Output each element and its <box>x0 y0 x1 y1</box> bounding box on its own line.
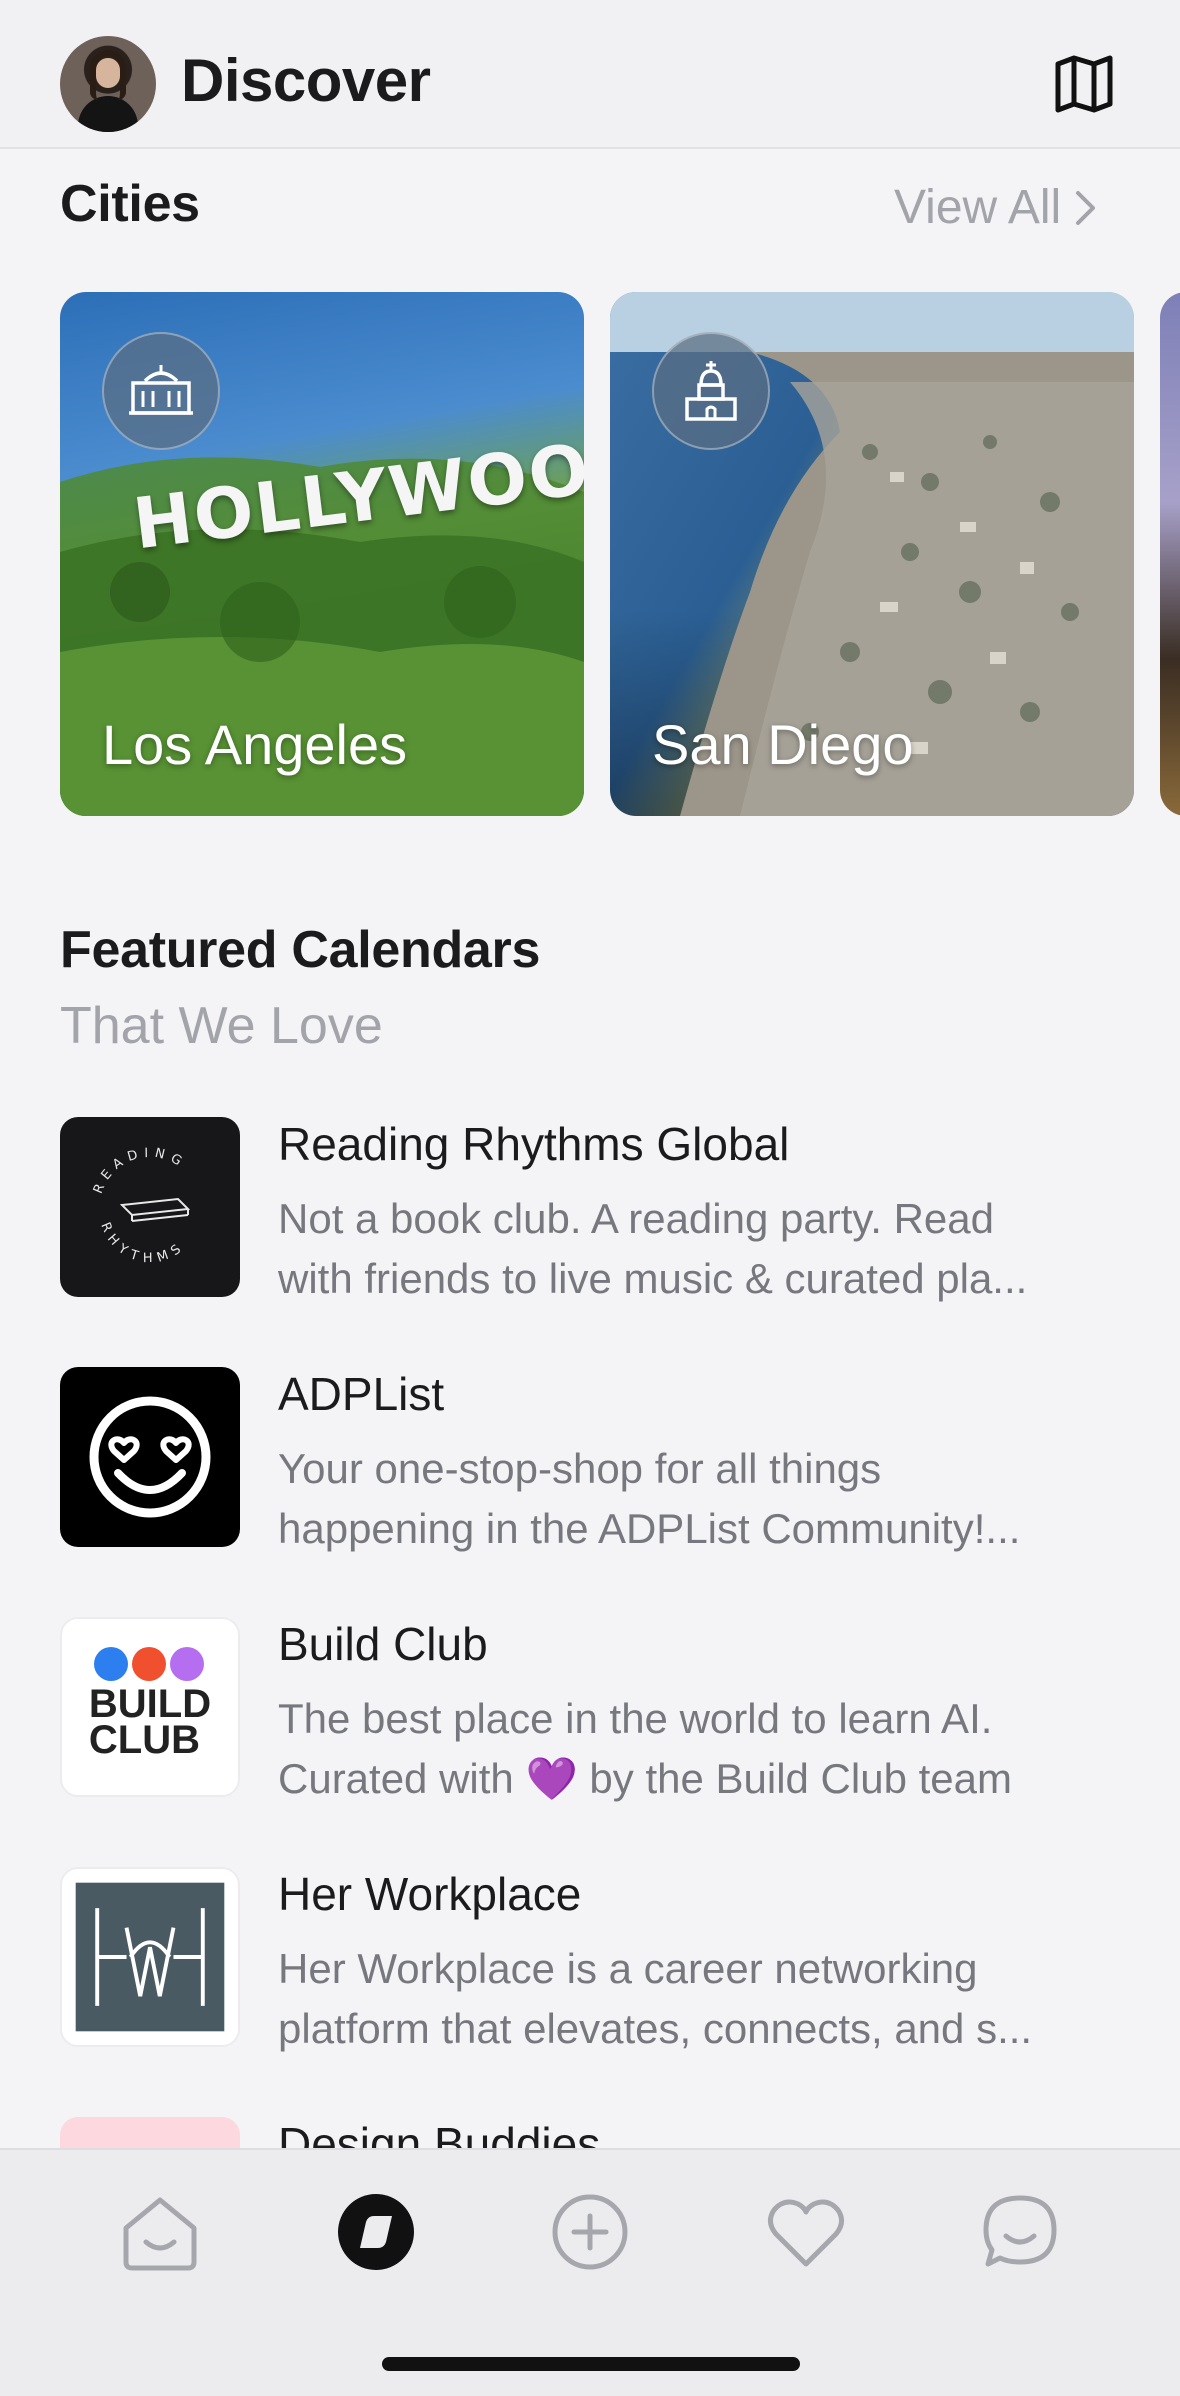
calendar-description: Your one-stop-shop for all things happen… <box>278 1439 1138 1559</box>
her-workplace-monogram-icon <box>60 1867 240 2047</box>
view-all-cities-link[interactable]: View All <box>894 180 1097 235</box>
avatar-face <box>96 58 120 88</box>
user-avatar[interactable] <box>60 36 156 132</box>
view-all-label: View All <box>894 181 1062 234</box>
reading-rhythms-logo: READING RHYTHMS <box>60 1117 240 1297</box>
city-name: San Diego <box>652 713 914 776</box>
calendar-item-reading-rhythms[interactable]: READING RHYTHMS Reading Rhythms Global N… <box>60 1117 1140 1302</box>
calendar-item-her-workplace[interactable]: Her Workplace Her Workplace is a career … <box>60 1867 1140 2052</box>
calendar-description-line: Curated with 💜 by the Build Club team <box>278 1755 1012 1802</box>
heart-icon <box>768 2199 844 2267</box>
calendar-description-line: Her Workplace is a career networking <box>278 1945 978 1992</box>
svg-text:READING: READING <box>91 1146 189 1196</box>
page-title: Discover <box>181 47 431 114</box>
calendar-name: ADPList <box>278 1368 445 1420</box>
featured-section-title: Featured Calendars <box>60 921 541 979</box>
calendar-name: Build Club <box>278 1618 488 1670</box>
calendar-description: The best place in the world to learn AI.… <box>278 1689 1138 1809</box>
plus-shape <box>94 1647 128 1681</box>
plus-circle-icon <box>552 2194 628 2270</box>
city-card-next-peek[interactable] <box>1160 292 1180 816</box>
calendar-name: Reading Rhythms Global <box>278 1118 790 1170</box>
mission-church-icon <box>652 332 770 450</box>
city-card-san-diego[interactable]: San Diego <box>610 292 1134 816</box>
build-club-shapes <box>94 1647 204 1681</box>
tab-discover[interactable] <box>334 2190 418 2274</box>
calendar-description: Her Workplace is a career networking pla… <box>278 1939 1138 2059</box>
tab-home[interactable] <box>118 2190 202 2274</box>
top-header: Discover <box>0 0 1180 149</box>
home-indicator[interactable] <box>382 2357 800 2371</box>
slash-shape <box>170 1647 204 1681</box>
calendar-item-adplist[interactable]: ADPList Your one-stop-shop for all thing… <box>60 1367 1140 1552</box>
build-club-wordmark: BUILD CLUB <box>88 1682 212 1762</box>
calendar-description-line: with friends to live music & curated pla… <box>278 1255 1028 1302</box>
compass-icon <box>338 2194 414 2270</box>
avatar-body <box>78 96 138 132</box>
calendar-description-line: happening in the ADPList Community!... <box>278 1505 1021 1552</box>
calendar-description-line: The best place in the world to learn AI. <box>278 1695 993 1742</box>
featured-subtitle: That We Love <box>60 997 383 1055</box>
cities-section-title: Cities <box>60 175 200 233</box>
heart-eyes-smiley-icon <box>60 1367 240 1547</box>
calendar-item-build-club[interactable]: BUILD CLUB Build Club The best place in … <box>60 1617 1140 1802</box>
build-club-logo: BUILD CLUB <box>60 1617 240 1797</box>
calendar-name: Her Workplace <box>278 1868 582 1920</box>
build-club-wordmark-line: BUILD <box>88 1682 212 1726</box>
tab-favorites[interactable] <box>764 2190 848 2274</box>
tab-chat[interactable] <box>978 2190 1062 2274</box>
svg-text:RHYTHMS: RHYTHMS <box>97 1220 188 1266</box>
home-icon <box>123 2197 197 2271</box>
chat-bubble-icon <box>983 2195 1057 2267</box>
calendar-description: Not a book club. A reading party. Read w… <box>278 1189 1138 1309</box>
calendar-description-line: Your one-stop-shop for all things <box>278 1445 882 1492</box>
map-icon[interactable] <box>1052 54 1116 114</box>
chevron-right-icon <box>1076 190 1096 225</box>
city-name: Los Angeles <box>102 713 408 776</box>
hollywood-landmark-icon <box>102 332 220 450</box>
calendar-description-line: Not a book club. A reading party. Read <box>278 1195 995 1242</box>
tab-create[interactable] <box>548 2190 632 2274</box>
city-card-los-angeles[interactable]: HOLLYWOOD Los Angeles <box>60 292 584 816</box>
build-club-wordmark-line: CLUB <box>88 1718 200 1762</box>
calendar-description-line: platform that elevates, connects, and s.… <box>278 2005 1033 2052</box>
hexagon-shape <box>132 1647 166 1681</box>
